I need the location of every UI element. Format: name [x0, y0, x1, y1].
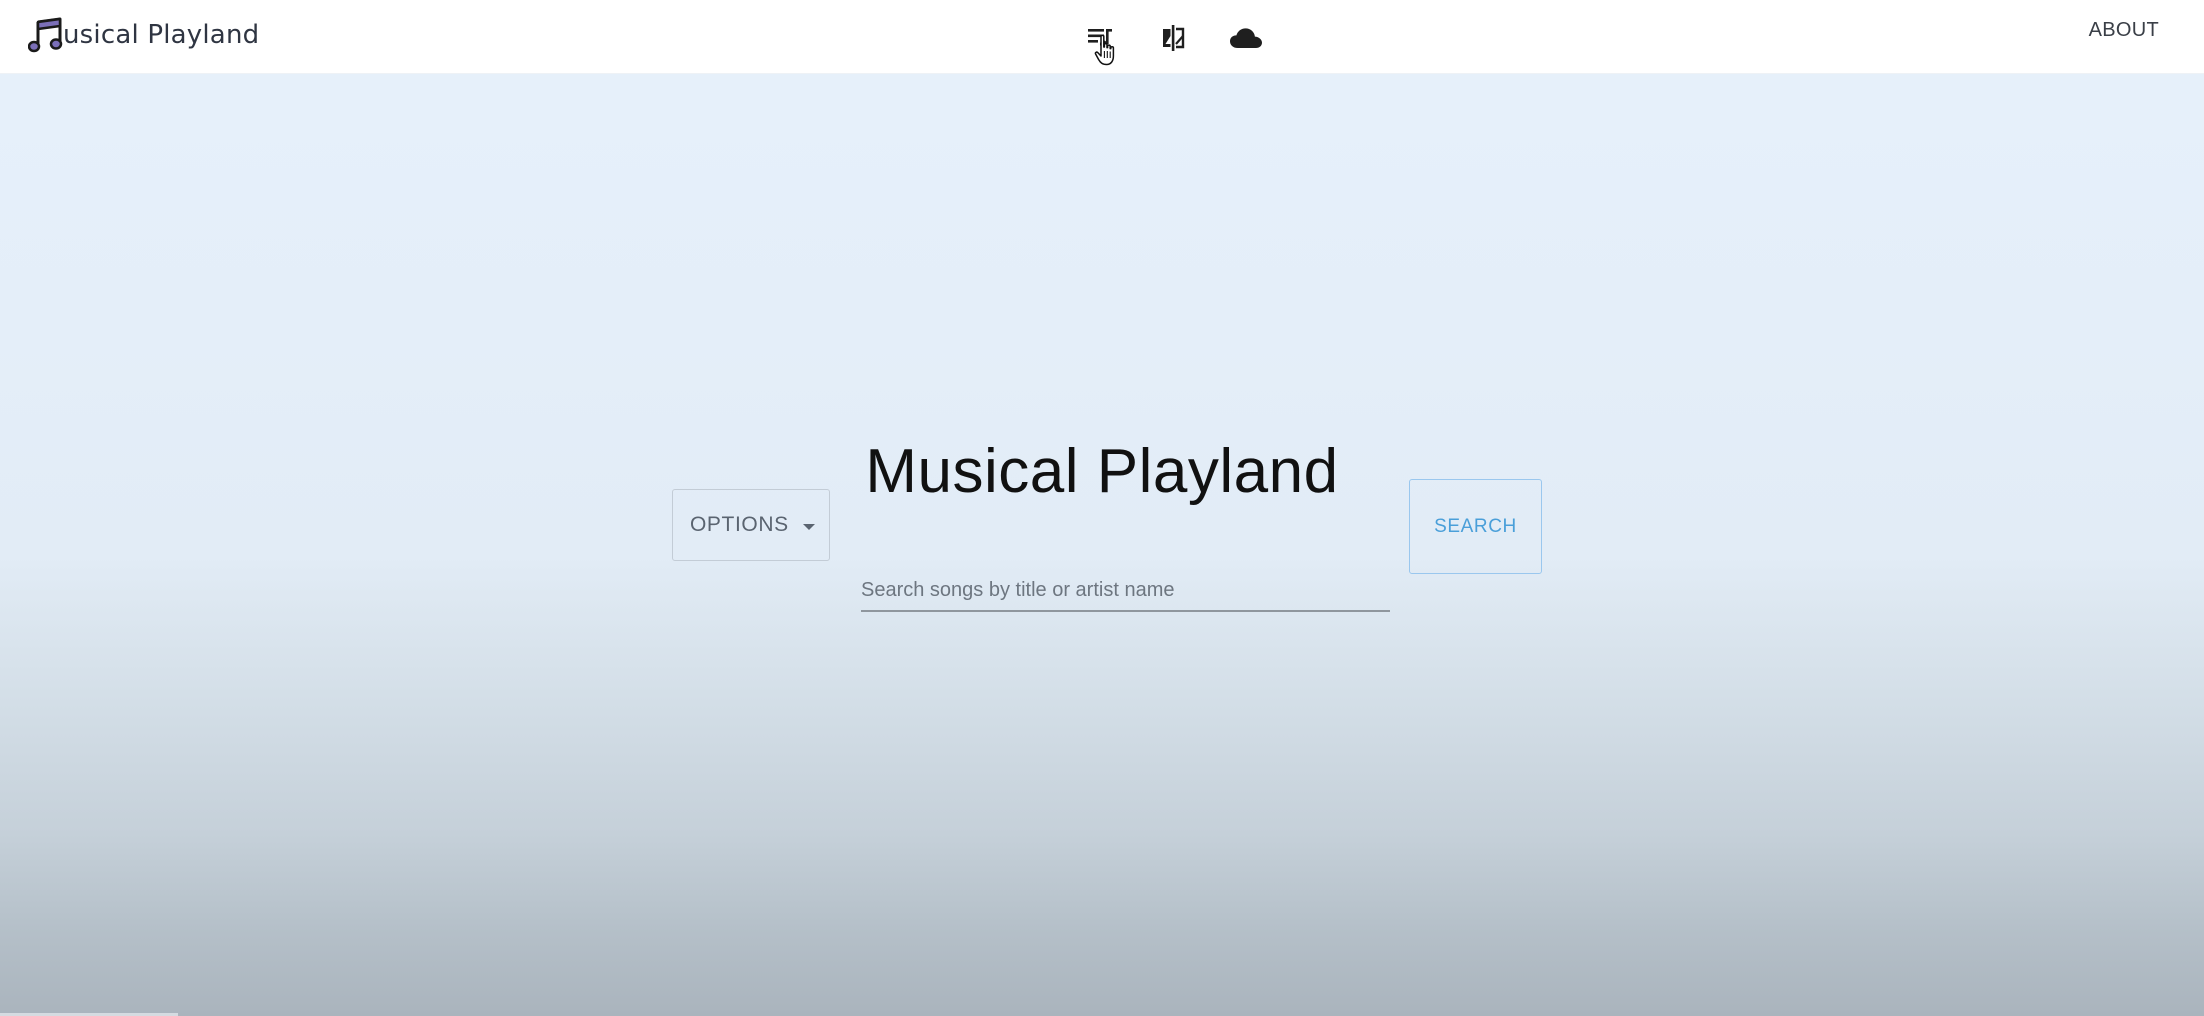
- hero-section: Musical Playland: [0, 74, 2204, 1016]
- options-label: OPTIONS: [690, 513, 789, 536]
- search-button[interactable]: SEARCH: [1409, 479, 1542, 574]
- compare-icon[interactable]: [1153, 18, 1193, 58]
- hero-title: Musical Playland: [865, 437, 1339, 506]
- top-navbar: usical Playland ABOUT: [0, 0, 2204, 74]
- nav-icon-group: [1080, 18, 1266, 58]
- options-dropdown-button[interactable]: OPTIONS: [672, 489, 830, 561]
- about-link[interactable]: ABOUT: [2089, 19, 2159, 42]
- search-input[interactable]: [861, 570, 1390, 612]
- music-note-icon: [28, 17, 63, 53]
- brand-name: usical Playland: [63, 20, 260, 50]
- brand-link[interactable]: usical Playland: [28, 14, 259, 56]
- cloud-icon[interactable]: [1226, 18, 1266, 58]
- playlist-icon[interactable]: [1080, 18, 1120, 58]
- caret-down-icon: [802, 524, 815, 530]
